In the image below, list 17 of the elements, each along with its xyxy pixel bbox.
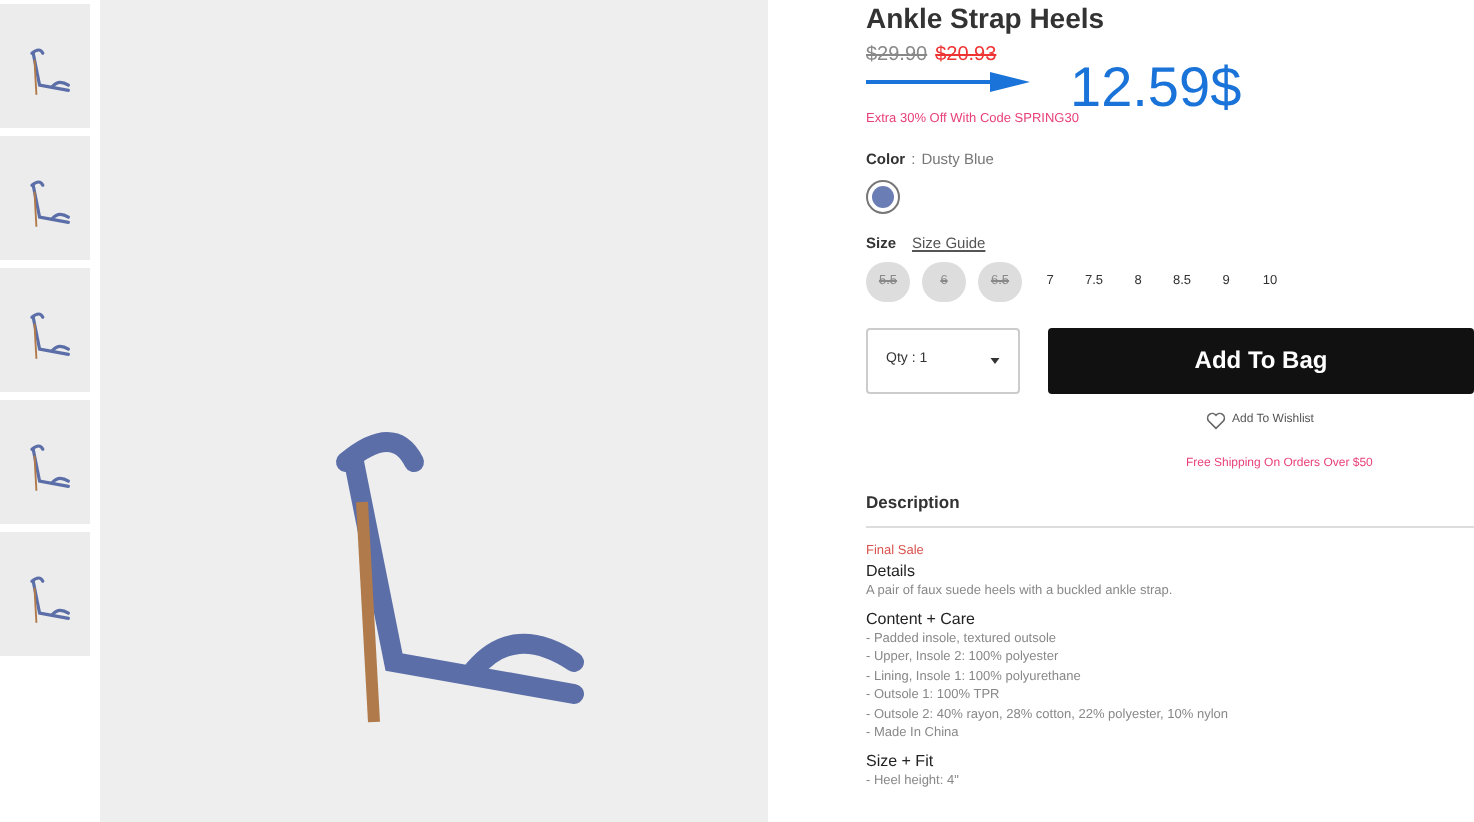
section-heading: Size + Fit	[866, 751, 936, 771]
thumbnail-photo[interactable]	[0, 400, 90, 524]
product-title: Ankle Strap Heels	[866, 2, 1107, 34]
sale-price: $20.93	[935, 42, 997, 68]
heart-icon	[1206, 411, 1227, 429]
thumbnail-photo[interactable]	[0, 4, 90, 128]
original-price: $29.90	[866, 42, 928, 68]
arrow-icon	[866, 68, 1030, 96]
thumbnail-photo[interactable]	[0, 136, 90, 260]
description-heading: Description	[866, 489, 1474, 529]
section-heading: Content + Care	[866, 609, 977, 629]
section-heading: Details	[866, 562, 917, 582]
thumbnail-photo[interactable]	[0, 532, 90, 656]
add-to-bag-button[interactable]: Add To Bag	[1048, 327, 1474, 393]
thumbnail-photo[interactable]	[0, 268, 90, 392]
caret-icon	[990, 357, 1000, 363]
color-swatch[interactable]	[866, 180, 900, 215]
